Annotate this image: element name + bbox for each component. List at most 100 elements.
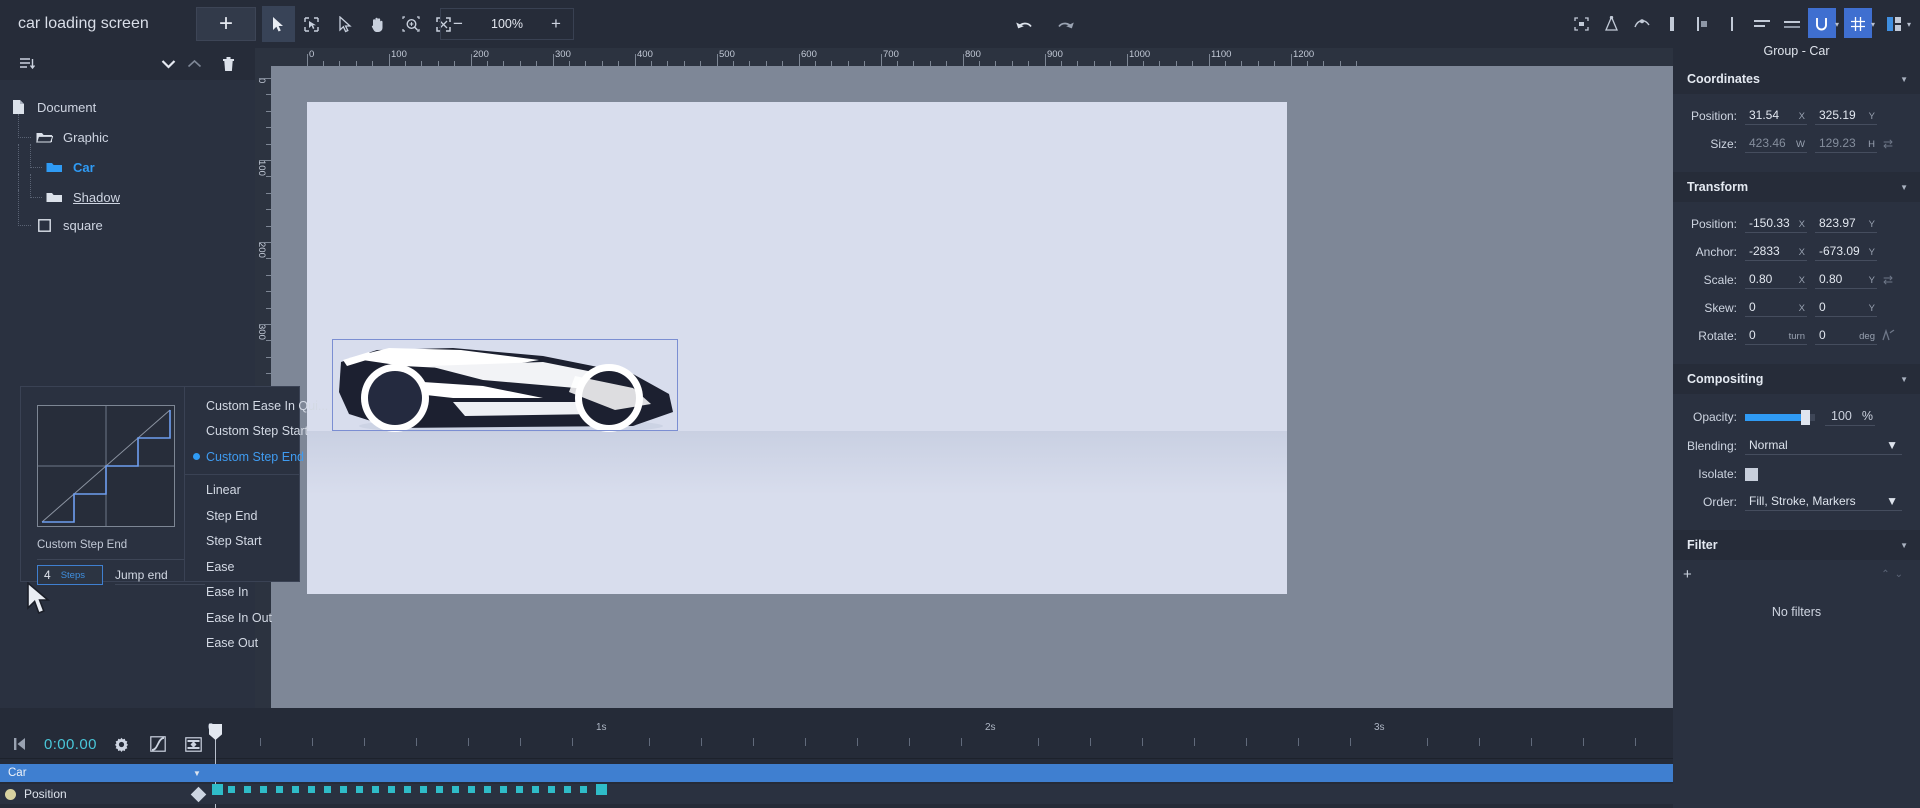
coordinates-size-w-input[interactable]: 423.46 W	[1745, 136, 1807, 153]
easing-menu-item-custom-step-end[interactable]: Custom Step End	[185, 444, 304, 470]
zoom-level-value[interactable]: 100%	[475, 9, 539, 39]
section-header-filter[interactable]: Filter ▼	[1673, 530, 1920, 560]
coordinates-size-h-input[interactable]: 129.23 H	[1815, 136, 1877, 153]
keyframe-marker[interactable]	[212, 784, 223, 795]
keyframe-marker[interactable]	[292, 786, 299, 793]
easing-menu-item-ease-in-out[interactable]: Ease In Out	[185, 605, 299, 631]
transform-scale-y-input[interactable]: 0.80 Y	[1815, 272, 1877, 289]
easing-menu-item-ease[interactable]: Ease	[185, 554, 299, 580]
snap-bounding-box-icon[interactable]	[1568, 8, 1596, 40]
easing-curve-preview[interactable]	[37, 405, 175, 527]
blending-mode-select[interactable]: Normal ▼	[1745, 438, 1902, 455]
chevron-down-icon[interactable]: ▼	[193, 769, 201, 778]
keyframe-marker[interactable]	[516, 786, 523, 793]
skip-to-start-icon[interactable]	[8, 733, 30, 755]
sort-layers-icon[interactable]	[14, 51, 40, 77]
keyframe-marker[interactable]	[340, 786, 347, 793]
chevron-down-icon[interactable]: ▼	[1900, 375, 1908, 384]
transform-position-x-input[interactable]: -150.33 X	[1745, 216, 1807, 233]
timeline-current-time[interactable]: 0:00.00	[44, 736, 97, 753]
keyframe-marker[interactable]	[564, 786, 571, 793]
visibility-bulb-icon[interactable]	[5, 788, 16, 800]
keyframe-marker[interactable]	[548, 786, 555, 793]
section-header-compositing[interactable]: Compositing ▼	[1673, 364, 1920, 394]
node-edit-tool-icon[interactable]	[295, 6, 328, 42]
easing-editor-icon[interactable]	[147, 733, 169, 755]
snap-distribute-icon[interactable]	[1658, 8, 1686, 40]
keyframe-marker[interactable]	[580, 786, 587, 793]
keyframe-options-icon[interactable]	[183, 733, 205, 755]
easing-menu-item-ease-out[interactable]: Ease Out	[185, 631, 299, 657]
snap-align-center-icon[interactable]	[1718, 8, 1746, 40]
layer-item-graphic[interactable]: Graphic	[0, 114, 255, 152]
keyframe-marker[interactable]	[468, 786, 475, 793]
layer-item-document[interactable]: Document	[0, 92, 255, 122]
add-filter-button[interactable]: +	[1683, 566, 1692, 583]
keyframe-marker[interactable]	[388, 786, 395, 793]
keyframe-marker[interactable]	[420, 786, 427, 793]
transform-rotate-turn-input[interactable]: 0 turn	[1745, 328, 1807, 345]
keyframe-marker-end[interactable]	[596, 784, 607, 795]
keyframe-marker[interactable]	[356, 786, 363, 793]
easing-menu-item-custom-step-start[interactable]: Custom Step Start	[185, 419, 308, 445]
move-layer-down-icon[interactable]	[155, 51, 181, 77]
lock-scale-ratio-icon[interactable]: ⇄	[1877, 273, 1899, 287]
move-layer-up-icon[interactable]	[181, 51, 207, 77]
layer-item-car[interactable]: Car	[0, 144, 255, 190]
opacity-value-input[interactable]: 100 %	[1825, 409, 1875, 426]
snap-text-baseline-icon[interactable]	[1778, 8, 1806, 40]
keyframe-marker[interactable]	[436, 786, 443, 793]
select-tool-icon[interactable]	[262, 6, 295, 42]
paint-order-select[interactable]: Fill, Stroke, Markers ▼	[1745, 494, 1902, 511]
layer-item-square[interactable]: square	[0, 190, 255, 240]
chevron-down-icon[interactable]: ▼	[1900, 183, 1908, 192]
chevron-down-icon[interactable]: ▼	[1900, 541, 1908, 550]
section-header-coordinates[interactable]: Coordinates ▼	[1673, 64, 1920, 94]
add-document-button[interactable]: +	[196, 7, 256, 41]
keyframe-marker[interactable]	[244, 786, 251, 793]
transform-position-y-input[interactable]: 823.97 Y	[1815, 216, 1877, 233]
keyframe-marker[interactable]	[500, 786, 507, 793]
keyframe-marker[interactable]	[372, 786, 379, 793]
keyframe-marker[interactable]	[276, 786, 283, 793]
add-keyframe-icon[interactable]	[190, 786, 207, 802]
snap-enable-toggle-icon[interactable]	[1807, 8, 1836, 40]
canvas-area[interactable]: 0 100 200 300 400 500 600 700 800 900 10…	[255, 48, 1673, 708]
chevron-down-icon[interactable]: ▼	[1900, 75, 1908, 84]
opacity-slider-knob[interactable]	[1801, 409, 1810, 425]
zoom-in-button[interactable]: +	[539, 9, 573, 39]
keyframe-marker[interactable]	[228, 786, 235, 793]
pan-hand-tool-icon[interactable]	[361, 6, 394, 42]
keyframe-marker[interactable]	[484, 786, 491, 793]
easing-menu-item-step-end[interactable]: Step End	[185, 503, 299, 529]
transform-anchor-y-input[interactable]: -673.09 Y	[1815, 244, 1877, 261]
timeline-ruler[interactable]: 0s 1s 2s 3s	[208, 722, 1673, 748]
layout-panel-icon[interactable]	[1880, 8, 1908, 40]
grid-toggle-chevron-down-icon[interactable]: ▾	[1871, 20, 1875, 29]
easing-menu-item-step-start[interactable]: Step Start	[185, 529, 299, 555]
transform-rotate-deg-input[interactable]: 0 deg	[1815, 328, 1877, 345]
opacity-slider[interactable]	[1745, 409, 1815, 425]
coordinates-position-y-input[interactable]: 325.19 Y	[1815, 108, 1877, 125]
transform-skew-x-input[interactable]: 0 X	[1745, 300, 1807, 317]
timeline-track-group-car[interactable]: Car ▼	[0, 764, 1673, 782]
gear-icon[interactable]	[111, 733, 133, 755]
keyframe-marker[interactable]	[308, 786, 315, 793]
keyframe-marker[interactable]	[260, 786, 267, 793]
keyframe-marker[interactable]	[404, 786, 411, 793]
keyframe-marker[interactable]	[452, 786, 459, 793]
zoom-tool-icon[interactable]	[394, 6, 427, 42]
layer-item-shadow[interactable]: Shadow	[0, 174, 255, 220]
grid-toggle-icon[interactable]	[1843, 8, 1872, 40]
easing-menu-item-ease-in[interactable]: Ease In	[185, 580, 299, 606]
section-header-transform[interactable]: Transform ▼	[1673, 172, 1920, 202]
keyframe-marker[interactable]	[532, 786, 539, 793]
keyframe-marker[interactable]	[324, 786, 331, 793]
filter-move-icons[interactable]: ⌃⌄	[1881, 569, 1908, 580]
lock-aspect-ratio-icon[interactable]: ⇄	[1877, 137, 1899, 151]
transform-skew-y-input[interactable]: 0 Y	[1815, 300, 1877, 317]
isolate-checkbox[interactable]	[1745, 467, 1758, 481]
undo-icon[interactable]	[1010, 8, 1038, 44]
snap-node-icon[interactable]	[1598, 8, 1626, 40]
easing-menu-item-custom-ease-in-qui[interactable]: Custom Ease In Qui...	[185, 393, 328, 419]
